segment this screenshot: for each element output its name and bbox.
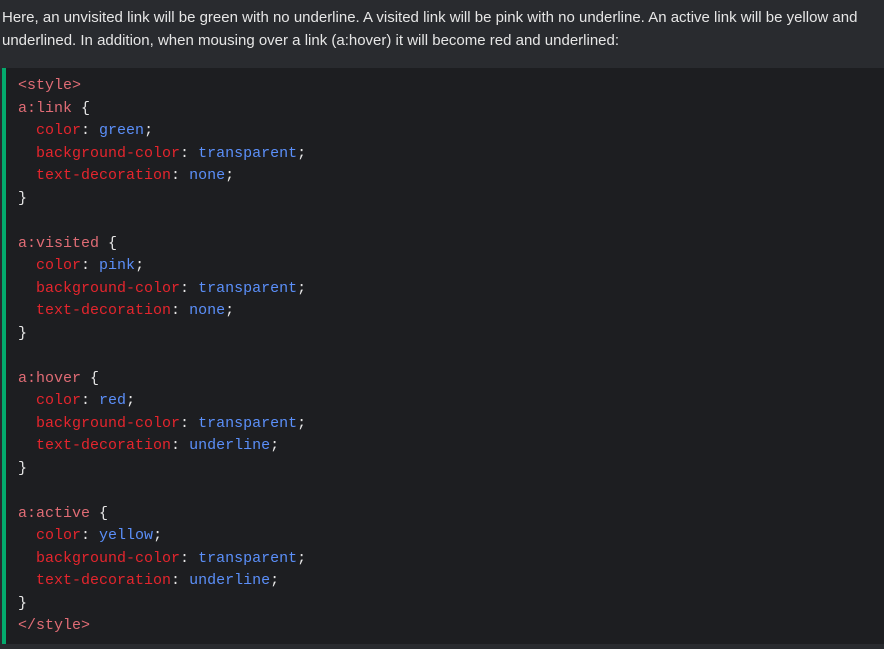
declaration-value: transparent (198, 549, 298, 567)
code-line: text-decoration: none; (36, 302, 235, 319)
code-line: color: pink; (36, 257, 145, 274)
declaration-property: color (36, 257, 82, 274)
code-line-close-tag: </style> (18, 615, 884, 638)
code-line: text-decoration: underline; (36, 572, 280, 589)
declaration-property: text-decoration (36, 302, 172, 319)
code-line: a:active { (18, 504, 109, 522)
intro-paragraph: Here, an unvisited link will be green wi… (2, 9, 858, 49)
rule-selector: a:hover (18, 369, 82, 387)
code-line: color: yellow; (36, 527, 163, 544)
declaration-value: none (189, 167, 226, 184)
declaration-property: color (36, 527, 82, 544)
code-line: background-color: transparent; (36, 144, 307, 162)
code-line: a:visited { (18, 234, 118, 252)
code-line: } (18, 594, 28, 612)
declaration-property: text-decoration (36, 167, 172, 184)
style-open-tag: <style> (18, 77, 82, 94)
code-listing: <style> a:link { color: green; background… (6, 68, 884, 638)
code-line: text-decoration: none; (36, 167, 235, 184)
code-line: text-decoration: underline; (36, 437, 280, 454)
rule-selector: a:active (18, 504, 91, 522)
declaration-value: red (99, 392, 127, 409)
page: Here, an unvisited link will be green wi… (0, 0, 884, 649)
code-line: } (18, 189, 28, 207)
declaration-value: transparent (198, 279, 298, 297)
declaration-property: background-color (36, 279, 181, 297)
code-line: a:link { (18, 99, 91, 117)
code-line: } (18, 324, 28, 342)
declaration-value: green (99, 122, 145, 139)
rule-selector: a:visited (18, 234, 100, 252)
declaration-property: background-color (36, 414, 181, 432)
code-example-block: <style> a:link { color: green; background… (2, 68, 884, 644)
code-line: background-color: transparent; (36, 549, 307, 567)
code-line: color: red; (36, 392, 136, 409)
code-line: color: green; (36, 122, 154, 139)
declaration-value: underline (189, 437, 271, 454)
declaration-value: pink (99, 257, 136, 274)
declaration-property: color (36, 392, 82, 409)
declaration-value: underline (189, 572, 271, 589)
code-line: background-color: transparent; (36, 414, 307, 432)
declaration-property: color (36, 122, 82, 139)
declaration-property: text-decoration (36, 572, 172, 589)
declaration-value: transparent (198, 144, 298, 162)
declaration-property: background-color (36, 549, 181, 567)
code-line: a:hover { (18, 369, 100, 387)
code-line: } (18, 459, 28, 477)
code-line: background-color: transparent; (36, 279, 307, 297)
declaration-value: none (189, 302, 226, 319)
rule-selector: a:link (18, 99, 73, 117)
code-line-open-tag: <style> (18, 75, 884, 98)
style-close-tag: </style> (18, 617, 91, 634)
declaration-value: yellow (99, 527, 154, 544)
declaration-property: background-color (36, 144, 181, 162)
declaration-property: text-decoration (36, 437, 172, 454)
declaration-value: transparent (198, 414, 298, 432)
